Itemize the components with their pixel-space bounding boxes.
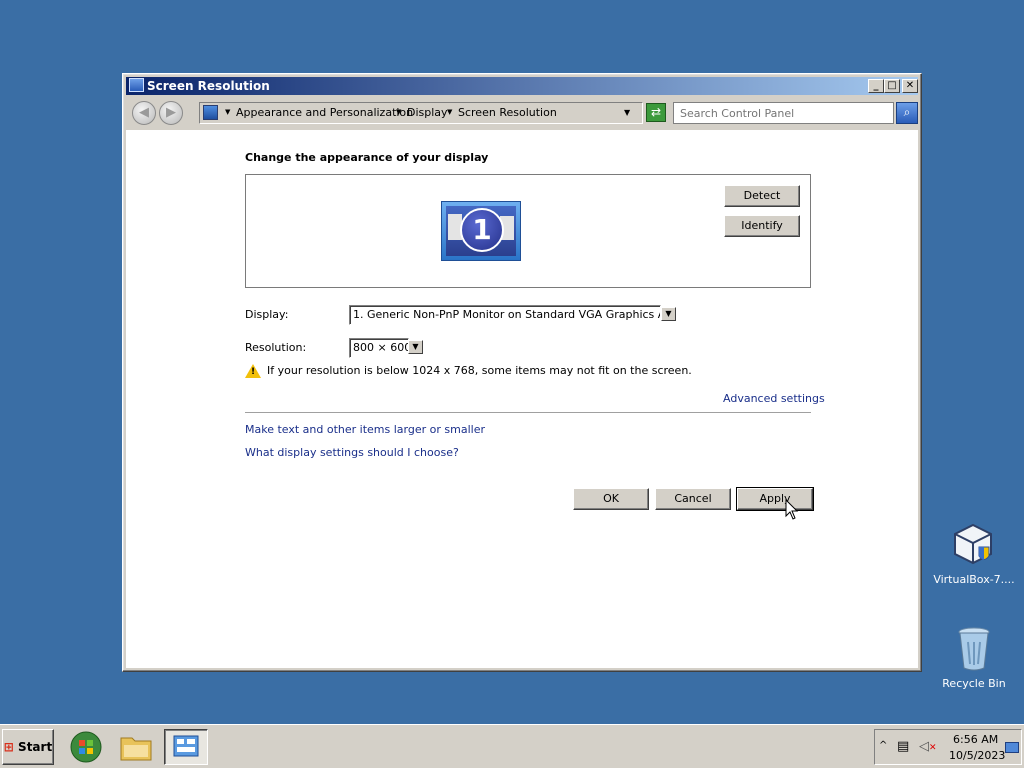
windows-orb-icon <box>70 731 102 763</box>
breadcrumb-display[interactable]: Display <box>407 106 448 119</box>
display-label: Display: <box>245 308 289 321</box>
display-icon <box>129 78 144 92</box>
breadcrumb-separator-icon[interactable]: ▼ <box>225 108 230 116</box>
display-select[interactable]: 1. Generic Non-PnP Monitor on Standard V… <box>349 305 661 325</box>
breadcrumb-appearance[interactable]: Appearance and Personalization <box>236 106 413 119</box>
recycle-bin-desktop-icon[interactable] <box>957 626 991 672</box>
show-hidden-icons-icon[interactable]: ^ <box>879 740 887 751</box>
breadcrumb-screen-resolution[interactable]: Screen Resolution <box>458 106 557 119</box>
back-arrow-icon: ◀ <box>139 105 149 120</box>
text-size-link[interactable]: Make text and other items larger or smal… <box>245 423 485 436</box>
content-pane: Change the appearance of your display 1 … <box>126 130 918 668</box>
breadcrumb-separator-icon[interactable]: ▼ <box>396 108 401 116</box>
refresh-icon: ⇄ <box>650 105 662 119</box>
clock-time[interactable]: 6:56 AM <box>953 733 998 746</box>
forward-button[interactable]: ▶ <box>159 101 183 125</box>
display-settings-help-link[interactable]: What display settings should I choose? <box>245 446 459 459</box>
address-dropdown-icon[interactable]: ▼ <box>624 108 630 117</box>
refresh-button[interactable]: ⇄ <box>646 103 666 122</box>
folder-icon <box>120 737 152 761</box>
screen-resolution-window: Screen Resolution _ □ ✕ ◀ ▶ ▼ Appearance… <box>122 73 922 672</box>
show-desktop-icon[interactable] <box>1005 742 1019 753</box>
detect-button[interactable]: Detect <box>724 185 800 207</box>
system-tray: ^ ▤ ◁✕ 6:56 AM 10/5/2023 <box>874 729 1022 765</box>
back-button[interactable]: ◀ <box>132 101 156 125</box>
ok-button[interactable]: OK <box>573 488 649 510</box>
windows-logo-button[interactable] <box>64 729 108 765</box>
virtualbox-icon-label: VirtualBox-7.... <box>933 573 1015 586</box>
search-icon: ⌕ <box>903 105 911 119</box>
start-label: Start <box>18 740 53 754</box>
address-bar[interactable]: ▼ Appearance and Personalization ▼ Displ… <box>199 102 643 124</box>
search-button[interactable]: ⌕ <box>896 102 918 124</box>
cancel-button[interactable]: Cancel <box>655 488 731 510</box>
navigation-bar: ◀ ▶ ▼ Appearance and Personalization ▼ D… <box>126 98 918 128</box>
advanced-settings-link[interactable]: Advanced settings <box>723 392 825 405</box>
monitor-1-icon[interactable]: 1 <box>441 201 521 261</box>
virtualbox-desktop-icon[interactable] <box>953 523 993 567</box>
warning-exclamation-icon: ! <box>251 367 256 377</box>
resolution-select-value: 800 × 600 <box>353 341 409 354</box>
display-dropdown-icon[interactable]: ▼ <box>661 307 676 321</box>
taskbar: ⊞ Start ^ ▤ ◁✕ 6:56 AM 10/5/2023 <box>0 724 1024 768</box>
virtualbox-icon <box>954 523 992 565</box>
volume-muted-icon[interactable]: ◁✕ <box>919 739 937 754</box>
recycle-bin-icon <box>958 627 990 671</box>
window-title: Screen Resolution <box>147 79 270 93</box>
divider <box>245 412 811 413</box>
mouse-cursor-icon <box>785 499 799 520</box>
start-button[interactable]: ⊞ Start <box>2 729 54 765</box>
resolution-warning-text: If your resolution is below 1024 x 768, … <box>267 364 692 377</box>
minimize-button[interactable]: _ <box>868 79 884 93</box>
clock-date[interactable]: 10/5/2023 <box>949 749 1005 762</box>
resolution-dropdown-icon[interactable]: ▼ <box>408 340 423 354</box>
network-icon[interactable]: ▤ <box>897 739 909 754</box>
resolution-select[interactable]: 800 × 600 <box>349 338 409 358</box>
control-panel-icon <box>173 735 199 757</box>
monitor-arrangement-panel: 1 Detect Identify <box>245 174 811 288</box>
monitor-number-badge: 1 <box>460 208 504 252</box>
file-explorer-button[interactable] <box>114 729 158 765</box>
maximize-button[interactable]: □ <box>884 79 900 93</box>
control-panel-taskbar-button[interactable] <box>164 729 208 765</box>
close-button[interactable]: ✕ <box>902 79 918 93</box>
apply-button[interactable]: Apply <box>736 487 814 511</box>
recycle-bin-label: Recycle Bin <box>942 677 1006 690</box>
monitor-screen: 1 <box>446 206 516 256</box>
page-heading: Change the appearance of your display <box>245 151 489 164</box>
forward-arrow-icon: ▶ <box>166 105 176 120</box>
control-panel-icon <box>203 105 218 120</box>
search-input[interactable] <box>673 102 894 124</box>
resolution-label: Resolution: <box>245 341 307 354</box>
windows-flag-icon: ⊞ <box>3 740 14 754</box>
identify-button[interactable]: Identify <box>724 215 800 237</box>
breadcrumb-separator-icon[interactable]: ▼ <box>447 108 452 116</box>
display-select-value: 1. Generic Non-PnP Monitor on Standard V… <box>353 308 660 321</box>
title-bar[interactable]: Screen Resolution _ □ ✕ <box>126 77 918 95</box>
